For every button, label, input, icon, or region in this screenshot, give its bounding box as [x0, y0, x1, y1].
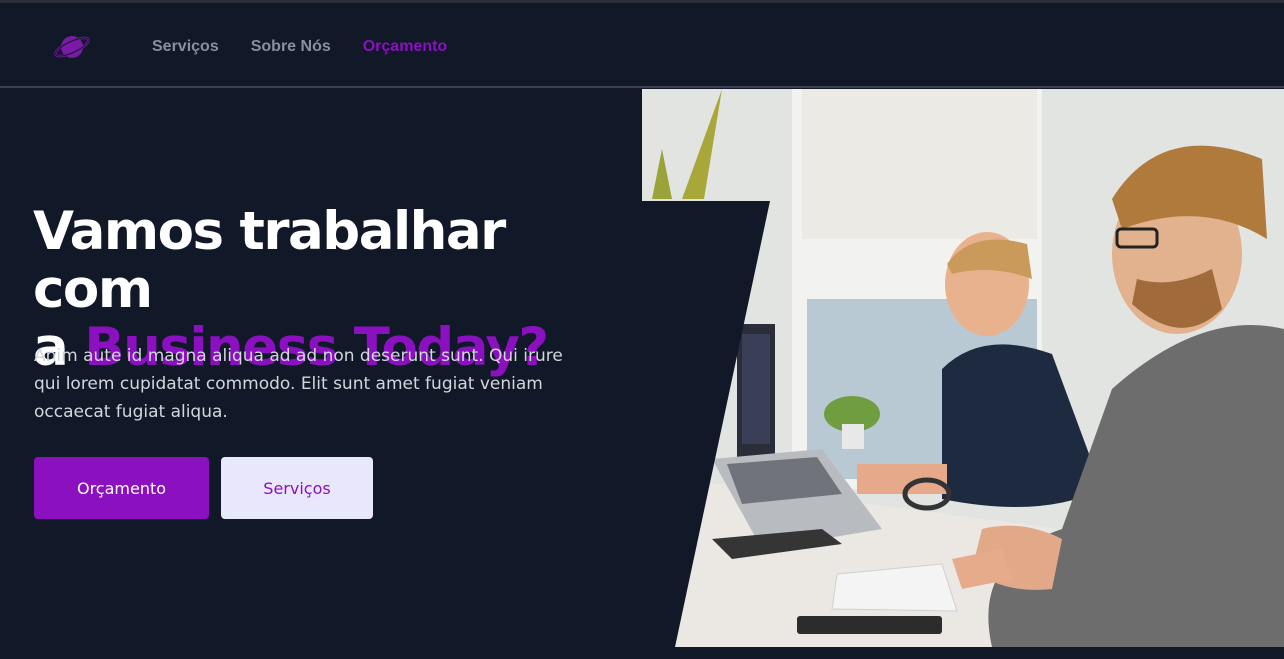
planet-icon[interactable]	[52, 31, 92, 63]
servicos-button[interactable]: Serviços	[221, 457, 373, 519]
main-nav: Serviços Sobre Nós Orçamento	[152, 38, 447, 56]
site-header: Serviços Sobre Nós Orçamento	[0, 3, 1284, 88]
nav-link-servicos[interactable]: Serviços	[152, 38, 219, 56]
hero-title-line1: Vamos trabalhar com	[33, 201, 506, 320]
hero-description: Anim aute id magna aliqua ad ad non dese…	[34, 346, 563, 422]
orcamento-button[interactable]: Orçamento	[34, 457, 209, 519]
nav-link-sobre-nos[interactable]: Sobre Nós	[251, 38, 331, 56]
nav-link-orcamento[interactable]: Orçamento	[363, 38, 447, 56]
diagonal-overlay	[642, 201, 772, 659]
